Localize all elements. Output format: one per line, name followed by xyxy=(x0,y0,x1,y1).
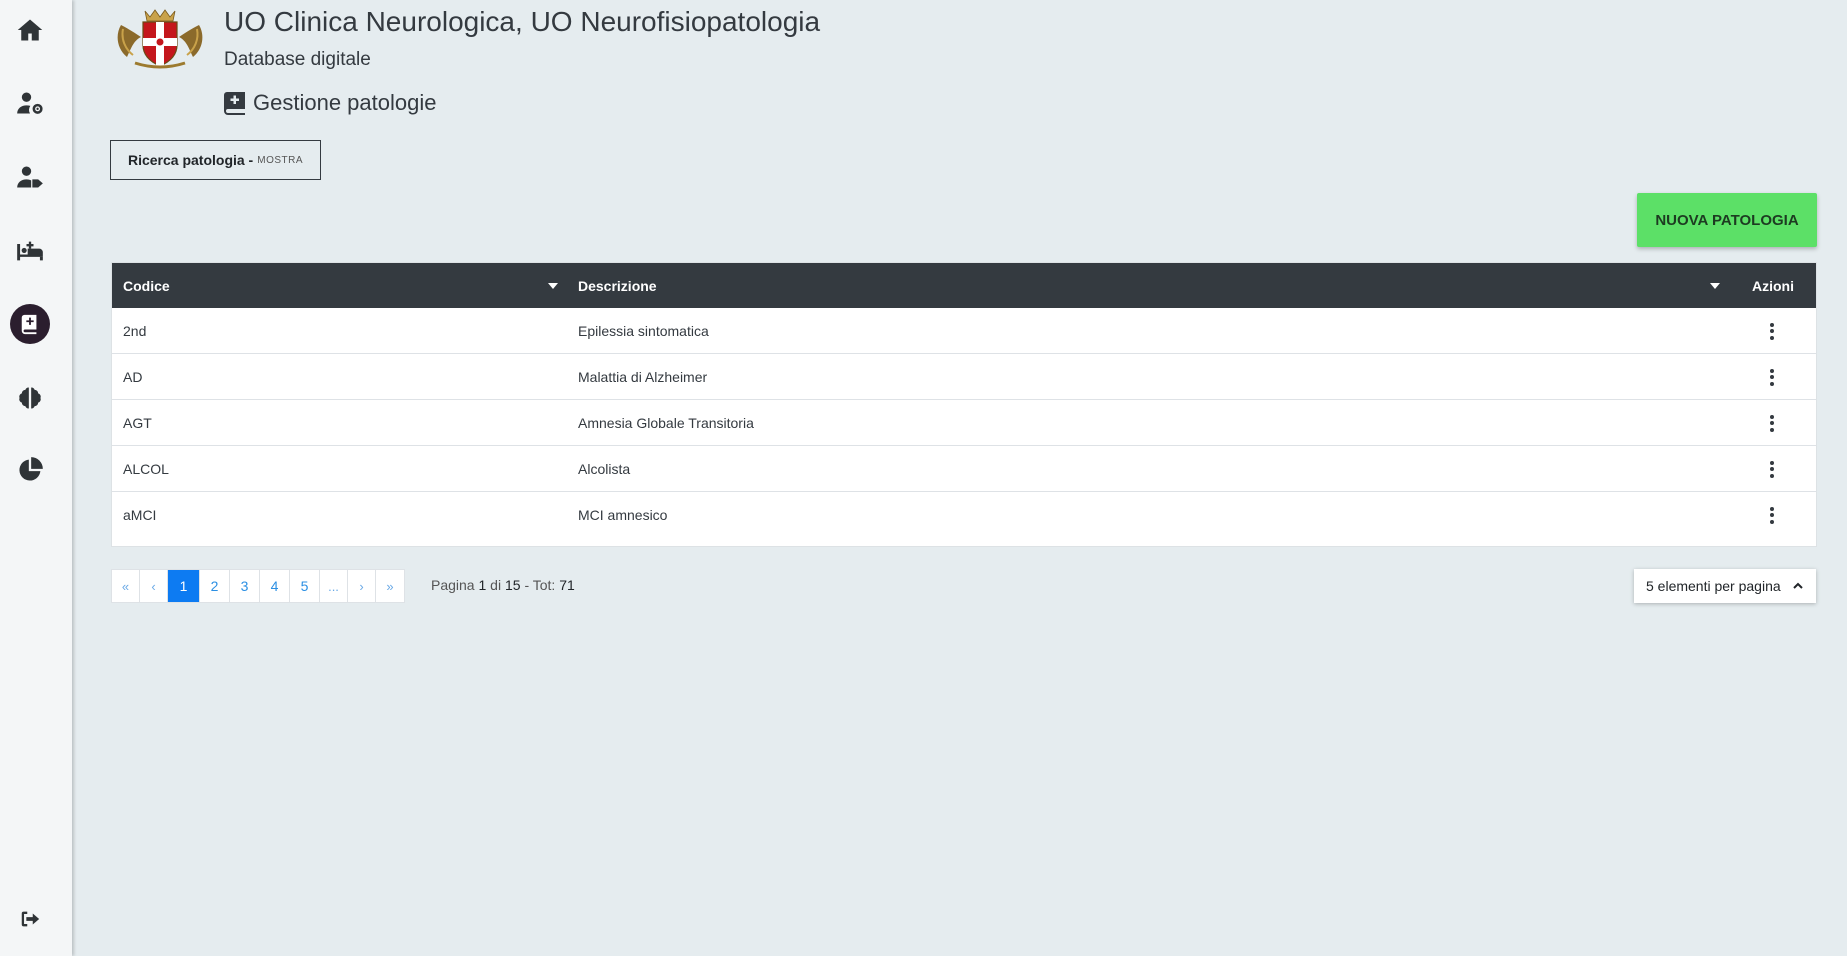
page-info-total-pages: 15 xyxy=(504,577,521,593)
kebab-icon xyxy=(1770,322,1774,327)
pagination: « ‹ 1 2 3 4 5 ... › » xyxy=(111,569,405,603)
page-next-button[interactable]: › xyxy=(348,570,376,602)
page-ellipsis[interactable]: ... xyxy=(320,570,348,602)
page-button[interactable]: 2 xyxy=(200,570,230,602)
per-page-value: 5 elementi per pagina xyxy=(1646,578,1781,594)
page-info-label: Pagina xyxy=(431,577,475,593)
page-info-total-label: - Tot: xyxy=(524,577,556,593)
page-prev-button[interactable]: ‹ xyxy=(140,570,168,602)
cell-description: MCI amnesico xyxy=(578,506,668,523)
per-page-select[interactable]: 5 elementi per pagina xyxy=(1634,569,1816,603)
cell-description: Malattia di Alzheimer xyxy=(578,368,708,385)
cell-description: Amnesia Globale Transitoria xyxy=(578,414,754,431)
pathologies-table: Codice Descrizione Azioni 2nd Epilessia … xyxy=(111,262,1817,547)
row-actions-button[interactable] xyxy=(1762,412,1782,434)
sidebar-item-user-tag[interactable] xyxy=(8,155,52,199)
hospital-bed-icon xyxy=(17,241,43,261)
table-row[interactable]: aMCI MCI amnesico xyxy=(112,492,1816,537)
cell-code: aMCI xyxy=(123,506,157,523)
row-actions-button[interactable] xyxy=(1762,366,1782,388)
sidebar-item-patologie[interactable] xyxy=(10,304,50,344)
kebab-icon xyxy=(1770,414,1774,419)
column-header-code[interactable]: Codice xyxy=(123,263,170,308)
table-row[interactable]: 2nd Epilessia sintomatica xyxy=(112,308,1816,354)
cell-code: AD xyxy=(123,368,143,385)
sort-down-icon[interactable] xyxy=(1710,283,1720,289)
cell-code: ALCOL xyxy=(123,460,169,477)
user-tag-icon xyxy=(17,166,43,188)
medical-book-icon xyxy=(21,314,37,335)
row-actions-button[interactable] xyxy=(1762,458,1782,480)
app-title: UO Clinica Neurologica, UO Neurofisiopat… xyxy=(224,6,821,37)
page-button-current[interactable]: 1 xyxy=(168,570,200,602)
search-toggle-label: Ricerca patologia - xyxy=(127,152,254,168)
search-toggle-button[interactable]: Ricerca patologia - MOSTRA xyxy=(110,140,321,180)
new-pathology-button[interactable]: NUOVA PATOLOGIA xyxy=(1637,193,1817,247)
page-first-button[interactable]: « xyxy=(112,570,140,602)
table-row[interactable]: AD Malattia di Alzheimer xyxy=(112,354,1816,400)
table-header: Codice Descrizione Azioni xyxy=(112,263,1816,308)
cell-code: AGT xyxy=(123,414,152,431)
kebab-icon xyxy=(1770,460,1774,465)
logout-icon xyxy=(21,911,40,927)
page-info-of-label: di xyxy=(490,577,502,593)
page-button[interactable]: 3 xyxy=(230,570,260,602)
table-row[interactable]: ALCOL Alcolista xyxy=(112,446,1816,492)
sidebar-item-hospital-bed[interactable] xyxy=(8,229,52,273)
kebab-icon xyxy=(1770,506,1774,511)
page-info-current: 1 xyxy=(478,577,487,593)
app-subtitle: Database digitale xyxy=(224,49,371,70)
column-header-description[interactable]: Descrizione xyxy=(578,263,657,308)
sidebar-item-brain[interactable] xyxy=(8,376,52,420)
user-settings-icon xyxy=(17,92,43,114)
page-button[interactable]: 4 xyxy=(260,570,290,602)
cell-code: 2nd xyxy=(123,322,147,339)
chevron-up-icon xyxy=(1793,582,1803,589)
sidebar-item-statistics[interactable] xyxy=(8,448,52,492)
home-icon xyxy=(17,19,43,41)
pie-chart-icon xyxy=(19,457,43,481)
page-button[interactable]: 5 xyxy=(290,570,320,602)
sidebar-item-user-settings[interactable] xyxy=(8,81,52,125)
kebab-icon xyxy=(1770,368,1774,373)
cell-description: Epilessia sintomatica xyxy=(578,322,709,339)
medical-book-icon xyxy=(224,91,245,115)
sort-down-icon[interactable] xyxy=(548,283,558,289)
page-title: Gestione patologie xyxy=(224,90,436,116)
page-info: Pagina 1 di 15 - Tot: 71 xyxy=(431,577,575,593)
column-header-actions: Azioni xyxy=(1752,277,1794,294)
cell-description: Alcolista xyxy=(578,460,631,477)
row-actions-button[interactable] xyxy=(1762,320,1782,342)
page-last-button[interactable]: » xyxy=(376,570,404,602)
table-row[interactable]: AGT Amnesia Globale Transitoria xyxy=(112,400,1816,446)
sidebar xyxy=(0,0,72,956)
search-toggle-state: MOSTRA xyxy=(257,154,304,166)
page-title-label: Gestione patologie xyxy=(253,90,437,115)
row-actions-button[interactable] xyxy=(1762,504,1782,526)
brain-icon xyxy=(19,387,41,409)
page-info-total: 71 xyxy=(559,577,575,593)
coat-of-arms-logo xyxy=(117,9,203,69)
sidebar-item-home[interactable] xyxy=(8,8,52,52)
logout-button[interactable] xyxy=(8,897,52,941)
